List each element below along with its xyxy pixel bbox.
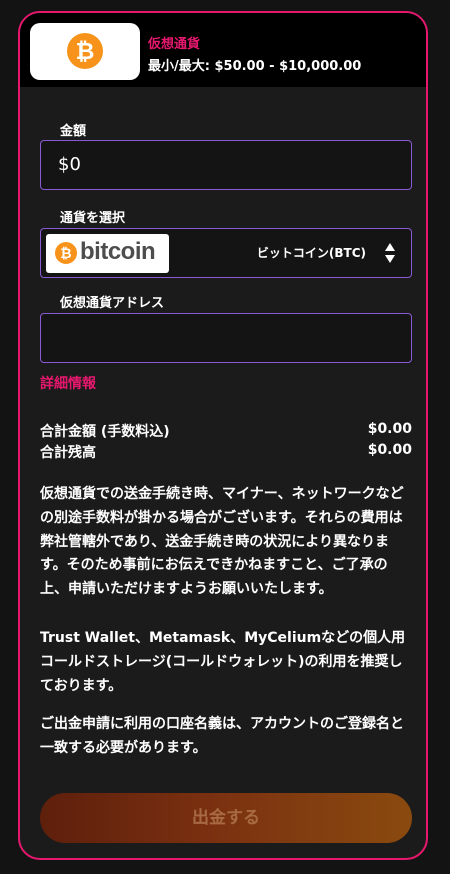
bitcoin-coin-icon: ₿ bbox=[55, 242, 77, 264]
currency-selected-value: ビットコイン(BTC) bbox=[256, 246, 366, 260]
total-amount-value: $0.00 bbox=[367, 421, 412, 437]
amount-value: $0 bbox=[58, 154, 81, 175]
total-amount-row: 合計金額 (手数料込) $0.00 bbox=[40, 421, 412, 441]
payment-method-title: 仮想通貨 bbox=[148, 37, 201, 52]
currency-select[interactable]: ₿ bitcoin ビットコイン(BTC) bbox=[40, 228, 412, 278]
payment-method-header: ₿ 仮想通貨 最小/最大: $50.00 - $10,000.00 bbox=[20, 13, 426, 87]
account-name-notice: ご出金申請に利用の口座名義は、アカウントのご登録名と一致する必要があります。 bbox=[40, 716, 404, 756]
total-balance-value: $0.00 bbox=[367, 442, 412, 458]
amount-label: 金額 bbox=[60, 124, 87, 139]
bitcoin-icon: ₿ bbox=[67, 33, 103, 69]
address-label: 仮想通貨アドレス bbox=[60, 296, 165, 311]
withdraw-card: ₿ 仮想通貨 最小/最大: $50.00 - $10,000.00 金額 $0 … bbox=[18, 11, 428, 860]
sort-arrows-icon bbox=[385, 243, 395, 263]
crypto-address-input[interactable] bbox=[40, 313, 412, 363]
details-link[interactable]: 詳細情報 bbox=[40, 373, 96, 393]
bitcoin-wordmark: bitcoin bbox=[80, 238, 156, 265]
wallet-recommendation: Trust Wallet、Metamask、MyCeliumなどの個人用コールド… bbox=[40, 630, 406, 694]
fee-notice: 仮想通貨での送金手続き時、マイナー、ネットワークなどの別途手数料が掛かる場合がご… bbox=[40, 486, 404, 598]
bitcoin-logo: ₿ bitcoin bbox=[46, 234, 169, 273]
total-amount-label: 合計金額 (手数料込) bbox=[40, 424, 170, 440]
withdraw-button[interactable]: 出金する bbox=[40, 793, 412, 843]
amount-input[interactable]: $0 bbox=[40, 140, 412, 190]
total-balance-row: 合計残高 $0.00 bbox=[40, 442, 412, 462]
currency-label: 通貨を選択 bbox=[60, 211, 126, 226]
min-max-range: 最小/最大: $50.00 - $10,000.00 bbox=[148, 59, 362, 74]
coin-logo-box: ₿ bbox=[30, 23, 140, 80]
total-balance-label: 合計残高 bbox=[40, 445, 96, 461]
